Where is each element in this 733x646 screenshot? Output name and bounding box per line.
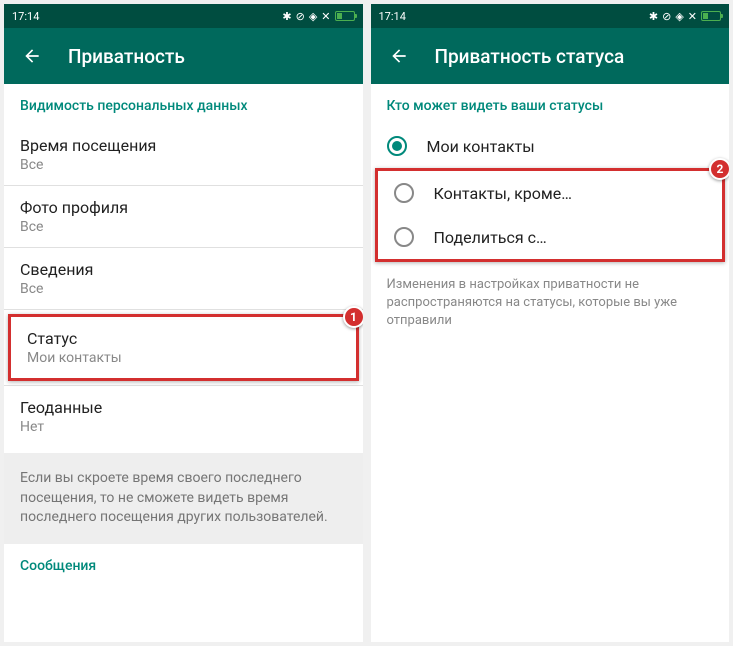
back-button[interactable] — [387, 44, 411, 68]
statusbar: 17:14 ✱ ⊘ ◈ ✕ — [4, 4, 363, 28]
battery-icon — [701, 11, 721, 21]
radio-contacts-except[interactable]: Контакты, кроме… — [378, 171, 723, 215]
highlighted-options: Контакты, кроме… Поделиться с… — [375, 168, 726, 262]
radio-icon — [387, 136, 407, 156]
bluetooth-icon: ✱ — [282, 10, 291, 23]
radio-label: Поделиться с… — [434, 228, 547, 247]
phone-left: 17:14 ✱ ⊘ ◈ ✕ Приватность Видимость перс… — [4, 4, 363, 642]
sim-icon: ◈ — [309, 10, 317, 23]
sim-icon: ◈ — [675, 10, 683, 23]
back-button[interactable] — [20, 44, 44, 68]
item-sub: Нет — [20, 419, 347, 435]
radio-my-contacts[interactable]: Мои контакты — [371, 124, 730, 168]
list-item-location[interactable]: Геоданные Нет — [4, 386, 363, 447]
radio-share-with[interactable]: Поделиться с… — [378, 215, 723, 259]
radio-icon — [394, 227, 414, 247]
radio-icon — [394, 183, 414, 203]
messages-link: Сообщения — [4, 544, 363, 588]
appbar-title: Приватность — [68, 45, 185, 68]
item-label: Геоданные — [20, 398, 347, 417]
status-icons: ✱ ⊘ ◈ ✕ — [282, 10, 354, 23]
annotation-badge-2: 2 — [709, 158, 729, 180]
list-item-photo[interactable]: Фото профиля Все — [4, 186, 363, 247]
info-box: Если вы скроете время своего последнего … — [4, 453, 363, 544]
appbar-title: Приватность статуса — [435, 45, 625, 68]
no-signal-icon: ✕ — [321, 10, 330, 23]
item-label: Сведения — [20, 260, 347, 279]
appbar: Приватность — [4, 28, 363, 84]
item-sub: Все — [20, 219, 347, 235]
battery-icon — [335, 11, 355, 21]
disclaimer-text: Изменения в настройках приватности не ра… — [371, 262, 730, 345]
item-label: Фото профиля — [20, 198, 347, 217]
content[interactable]: Видимость персональных данных Время посе… — [4, 84, 363, 642]
section-header: Кто может видеть ваши статусы — [371, 84, 730, 124]
statusbar: 17:14 ✱ ⊘ ◈ ✕ — [371, 4, 730, 28]
item-sub: Все — [20, 157, 347, 173]
list-item-last-seen[interactable]: Время посещения Все — [4, 124, 363, 185]
item-sub: Все — [20, 281, 347, 297]
radio-label: Контакты, кроме… — [434, 184, 572, 203]
section-header: Видимость персональных данных — [4, 84, 363, 124]
item-sub: Мои контакты — [27, 350, 340, 366]
item-label: Время посещения — [20, 136, 347, 155]
bluetooth-icon: ✱ — [649, 10, 658, 23]
phone-right: 17:14 ✱ ⊘ ◈ ✕ Приватность статуса Кто мо… — [371, 4, 730, 642]
content[interactable]: Кто может видеть ваши статусы Мои контак… — [371, 84, 730, 642]
radio-label: Мои контакты — [427, 137, 535, 156]
no-signal-icon: ✕ — [688, 10, 697, 23]
status-time: 17:14 — [379, 10, 406, 23]
status-time: 17:14 — [12, 10, 39, 23]
dnd-icon: ⊘ — [296, 10, 305, 23]
appbar: Приватность статуса — [371, 28, 730, 84]
list-item-about[interactable]: Сведения Все — [4, 248, 363, 309]
list-item-status[interactable]: Статус Мои контакты — [8, 314, 359, 381]
item-label: Статус — [27, 329, 340, 348]
annotation-badge-1: 1 — [343, 306, 363, 328]
status-icons: ✱ ⊘ ◈ ✕ — [649, 10, 721, 23]
dnd-icon: ⊘ — [662, 10, 671, 23]
